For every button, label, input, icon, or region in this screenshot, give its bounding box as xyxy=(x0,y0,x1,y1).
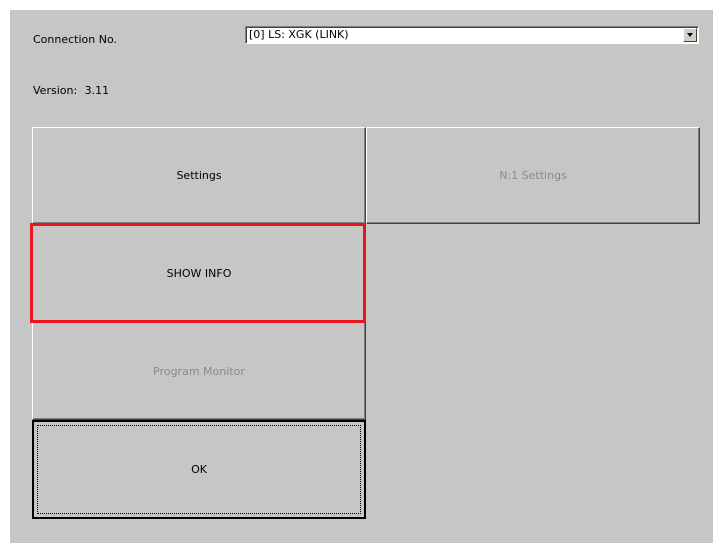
version-value: 3.11 xyxy=(84,84,110,97)
chevron-down-icon[interactable] xyxy=(683,28,697,42)
focus-rectangle xyxy=(37,425,361,514)
settings-button-label: Settings xyxy=(176,169,222,182)
program-monitor-button-label: Program Monitor xyxy=(153,364,245,378)
connection-select[interactable]: [0] LS: XGK (LINK) xyxy=(245,26,699,44)
version-info: Version: 3.11 xyxy=(33,84,109,97)
ok-button[interactable]: OK xyxy=(32,420,366,519)
show-info-button-label: SHOW INFO xyxy=(166,266,232,280)
version-label: Version: xyxy=(33,84,78,97)
n1-settings-button[interactable]: N:1 Settings xyxy=(366,127,700,224)
program-monitor-button[interactable]: Program Monitor xyxy=(32,322,366,420)
connection-select-value: [0] LS: XGK (LINK) xyxy=(249,28,349,41)
settings-button[interactable]: Settings xyxy=(32,127,366,224)
connection-label: Connection No. xyxy=(33,33,117,46)
n1-settings-button-label: N:1 Settings xyxy=(499,169,567,182)
show-info-button[interactable]: SHOW INFO xyxy=(32,224,366,322)
